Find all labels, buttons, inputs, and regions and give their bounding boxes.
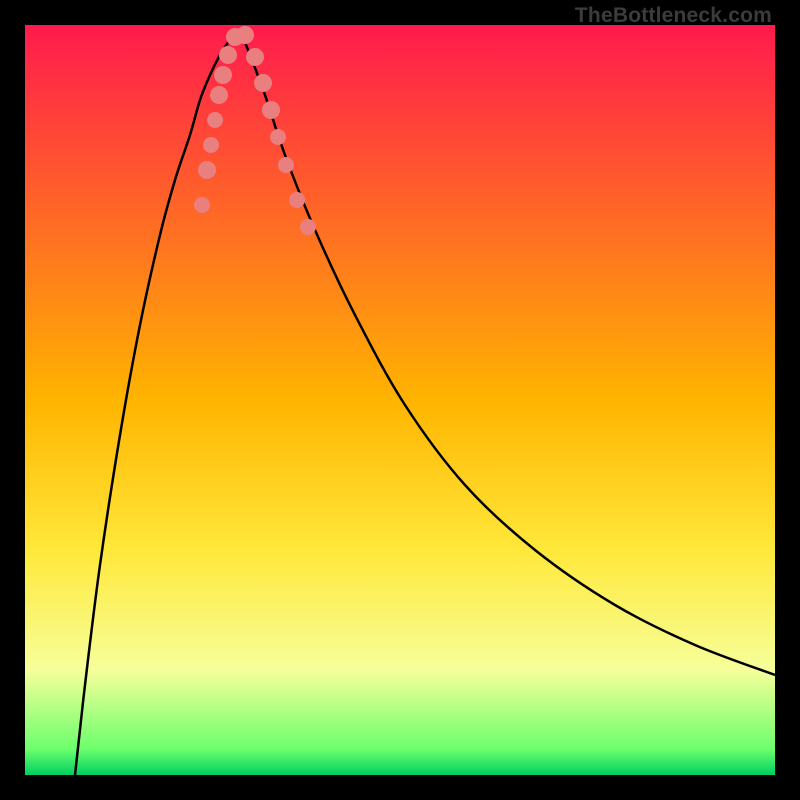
data-marker: [210, 86, 228, 104]
marker-layer: [194, 26, 316, 235]
data-marker: [214, 66, 232, 84]
watermark-text: TheBottleneck.com: [575, 4, 772, 28]
data-marker: [219, 46, 237, 64]
chart-frame: TheBottleneck.com: [0, 0, 800, 800]
data-marker: [289, 192, 305, 208]
data-marker: [198, 161, 216, 179]
data-marker: [262, 101, 280, 119]
curve-layer: [25, 25, 775, 775]
data-marker: [203, 137, 219, 153]
data-marker: [254, 74, 272, 92]
data-marker: [246, 48, 264, 66]
data-marker: [207, 112, 223, 128]
data-marker: [194, 197, 210, 213]
plot-area: [25, 25, 775, 775]
data-marker: [270, 129, 286, 145]
curve-right: [240, 30, 775, 675]
data-marker: [278, 157, 294, 173]
data-marker: [236, 26, 254, 44]
data-marker: [300, 219, 316, 235]
